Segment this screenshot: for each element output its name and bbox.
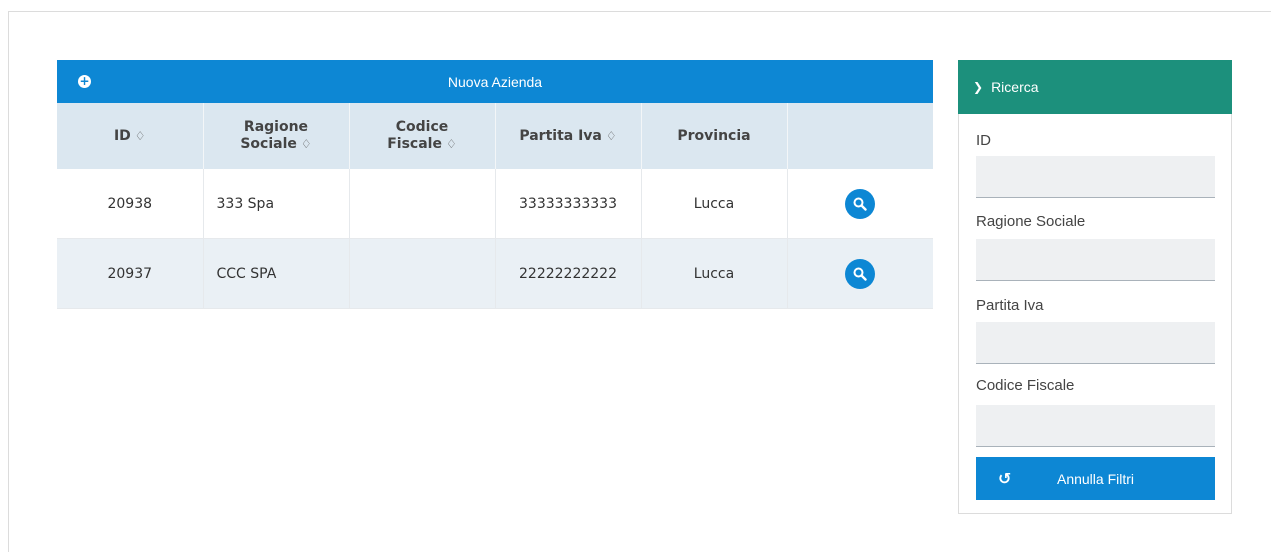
id-field[interactable] <box>976 156 1215 198</box>
companies-grid: + Nuova Azienda ID ♢ Ragione Sociale ♢ Codi… <box>57 60 933 309</box>
cell-id: 20937 <box>57 238 204 309</box>
undo-icon: ↺ <box>998 469 1012 488</box>
column-header-provincia: Provincia <box>641 103 788 169</box>
search-panel-header[interactable]: ❯ Ricerca <box>958 60 1232 114</box>
cell-id: 20938 <box>57 169 204 239</box>
search-icon <box>853 267 867 281</box>
cell-codice-fiscale <box>349 238 496 309</box>
sort-icon: ♢ <box>300 137 312 151</box>
cell-actions <box>787 169 933 239</box>
cell-provincia: Lucca <box>641 169 788 239</box>
codice-fiscale-field[interactable] <box>976 405 1215 447</box>
id-field-label: ID <box>976 132 991 149</box>
chevron-down-icon: ❯ <box>973 80 984 94</box>
column-header-actions <box>787 103 933 169</box>
view-button[interactable] <box>845 258 876 289</box>
search-icon <box>853 197 867 211</box>
column-header-ragione-sociale[interactable]: Ragione Sociale ♢ <box>203 103 350 169</box>
cell-codice-fiscale <box>349 169 496 239</box>
cell-ragione-sociale: 333 Spa <box>203 169 350 239</box>
column-header-id[interactable]: ID ♢ <box>57 103 204 169</box>
sort-icon: ♢ <box>134 128 146 143</box>
reset-filters-label: Annulla Filtri <box>1056 470 1135 487</box>
column-header-partita-iva[interactable]: Partita Iva ♢ <box>495 103 642 169</box>
partita-iva-field[interactable] <box>976 322 1215 364</box>
view-button[interactable] <box>845 188 876 219</box>
ragione-sociale-field[interactable] <box>976 239 1215 281</box>
ragione-sociale-field-label: Ragione Sociale <box>976 213 1086 230</box>
column-header-codice-fiscale[interactable]: Codice Fiscale ♢ <box>349 103 496 169</box>
cell-actions <box>787 238 933 309</box>
cell-ragione-sociale: CCC SPA <box>203 238 350 309</box>
companies-table: ID ♢ Ragione Sociale ♢ Codice Fiscale ♢ Parti… <box>57 103 933 309</box>
sort-icon: ♢ <box>605 128 617 143</box>
cell-partita-iva: 33333333333 <box>495 169 642 239</box>
reset-filters-button[interactable]: ↺ Annulla Filtri <box>976 457 1215 500</box>
cell-provincia: Lucca <box>641 238 788 309</box>
codice-fiscale-field-label: Codice Fiscale <box>976 377 1075 394</box>
new-company-button[interactable]: + Nuova Azienda <box>57 60 933 103</box>
table-header-row: ID ♢ Ragione Sociale ♢ Codice Fiscale ♢ Parti… <box>57 103 933 169</box>
sort-icon: ♢ <box>445 137 457 151</box>
search-panel: ❯ Ricerca ID Ragione Sociale Partita Iva… <box>958 60 1232 514</box>
cell-partita-iva: 22222222222 <box>495 238 642 309</box>
partita-iva-field-label: Partita Iva <box>976 297 1044 314</box>
table-row: 20937 CCC SPA 22222222222 Lucca <box>57 238 933 309</box>
plus-circle-icon: + <box>78 74 91 88</box>
table-row: 20938 333 Spa 33333333333 Lucca <box>57 169 933 239</box>
new-company-label: Nuova Azienda <box>447 73 543 90</box>
search-panel-title: Ricerca <box>991 79 1039 95</box>
